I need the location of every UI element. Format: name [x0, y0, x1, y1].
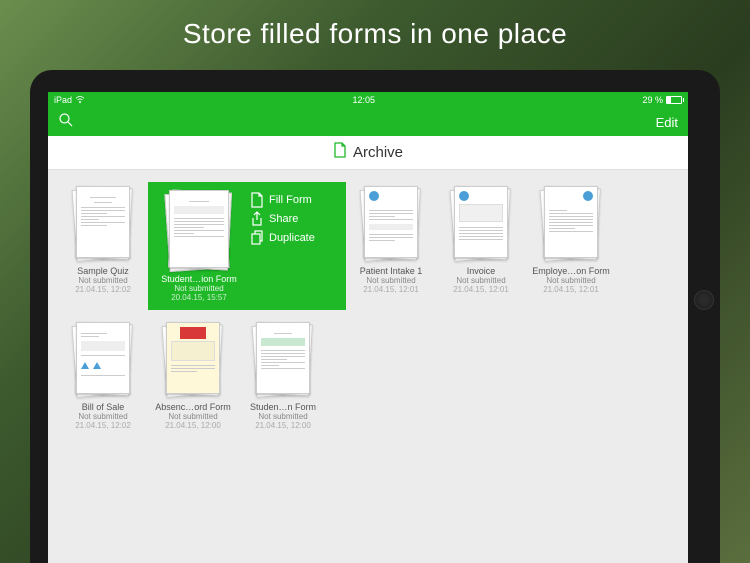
action-label: Fill Form — [269, 194, 312, 206]
action-label: Duplicate — [269, 232, 315, 244]
form-date: 21.04.15, 12:01 — [543, 285, 599, 294]
page-title: Archive — [353, 144, 403, 161]
status-right: 29 % — [642, 95, 682, 105]
form-name: Patient Intake 1 — [348, 266, 434, 276]
form-name: Employe…on Form — [528, 266, 614, 276]
action-menu: Fill Form Share Duplicate — [246, 186, 315, 246]
form-status: Not submitted — [174, 284, 223, 293]
form-thumbnail — [167, 190, 231, 270]
search-icon[interactable] — [58, 112, 74, 133]
form-date: 21.04.15, 12:00 — [165, 421, 221, 430]
battery-icon — [666, 96, 682, 104]
form-status: Not submitted — [366, 276, 415, 285]
share-action[interactable]: Share — [250, 211, 315, 227]
form-thumbnail — [542, 186, 600, 262]
status-time: 12:05 — [352, 95, 375, 105]
action-label: Share — [269, 213, 298, 225]
edit-button[interactable]: Edit — [656, 115, 678, 130]
form-status: Not submitted — [78, 412, 127, 421]
form-thumbnail — [74, 186, 132, 262]
promo-headline: Store filled forms in one place — [0, 0, 750, 50]
form-date: 21.04.15, 12:02 — [75, 285, 131, 294]
share-icon — [250, 211, 264, 227]
title-bar: Archive — [48, 136, 688, 170]
document-icon — [333, 142, 347, 163]
form-thumbnail — [452, 186, 510, 262]
form-item[interactable]: Sample Quiz Not submitted 21.04.15, 12:0… — [58, 182, 148, 310]
form-date: 21.04.15, 12:01 — [363, 285, 419, 294]
form-date: 21.04.15, 12:00 — [255, 421, 311, 430]
form-item[interactable]: Studen…n Form Not submitted 21.04.15, 12… — [238, 318, 328, 434]
form-item[interactable]: Bill of Sale Not submitted 21.04.15, 12:… — [58, 318, 148, 434]
form-thumbnail — [254, 322, 312, 398]
form-thumbnail — [164, 322, 222, 398]
form-name: Invoice — [438, 266, 524, 276]
wifi-icon — [75, 96, 85, 104]
form-item[interactable]: Absenc…ord Form Not submitted 21.04.15, … — [148, 318, 238, 434]
form-item[interactable]: Invoice Not submitted 21.04.15, 12:01 — [436, 182, 526, 310]
form-name: Studen…n Form — [240, 402, 326, 412]
tablet-frame: iPad 12:05 29 % Edit Archive — [30, 70, 720, 563]
form-thumbnail — [362, 186, 420, 262]
duplicate-icon — [250, 230, 264, 246]
document-icon — [250, 192, 264, 208]
form-name: Sample Quiz — [60, 266, 146, 276]
form-status: Not submitted — [456, 276, 505, 285]
form-item[interactable]: Patient Intake 1 Not submitted 21.04.15,… — [346, 182, 436, 310]
form-status: Not submitted — [78, 276, 127, 285]
form-status: Not submitted — [168, 412, 217, 421]
form-status: Not submitted — [546, 276, 595, 285]
form-item-selected[interactable]: Student…ion Form Not submitted 20.04.15,… — [148, 182, 346, 310]
status-left: iPad — [54, 95, 85, 105]
form-name: Absenc…ord Form — [150, 402, 236, 412]
nav-bar: Edit — [48, 108, 688, 136]
form-name: Bill of Sale — [60, 402, 146, 412]
screen: iPad 12:05 29 % Edit Archive — [48, 92, 688, 563]
status-bar: iPad 12:05 29 % — [48, 92, 688, 108]
form-row-1: Sample Quiz Not submitted 21.04.15, 12:0… — [58, 182, 678, 310]
form-row-2: Bill of Sale Not submitted 21.04.15, 12:… — [58, 318, 678, 434]
form-date: 20.04.15, 15:57 — [171, 293, 227, 302]
form-name: Student…ion Form — [154, 274, 244, 284]
home-button — [694, 290, 714, 310]
form-status: Not submitted — [258, 412, 307, 421]
battery-percent: 29 % — [642, 95, 663, 105]
form-date: 21.04.15, 12:02 — [75, 421, 131, 430]
forms-grid: Sample Quiz Not submitted 21.04.15, 12:0… — [48, 170, 688, 563]
form-date: 21.04.15, 12:01 — [453, 285, 509, 294]
form-item[interactable]: Employe…on Form Not submitted 21.04.15, … — [526, 182, 616, 310]
form-thumbnail — [74, 322, 132, 398]
fill-form-action[interactable]: Fill Form — [250, 192, 315, 208]
carrier-label: iPad — [54, 95, 72, 105]
duplicate-action[interactable]: Duplicate — [250, 230, 315, 246]
